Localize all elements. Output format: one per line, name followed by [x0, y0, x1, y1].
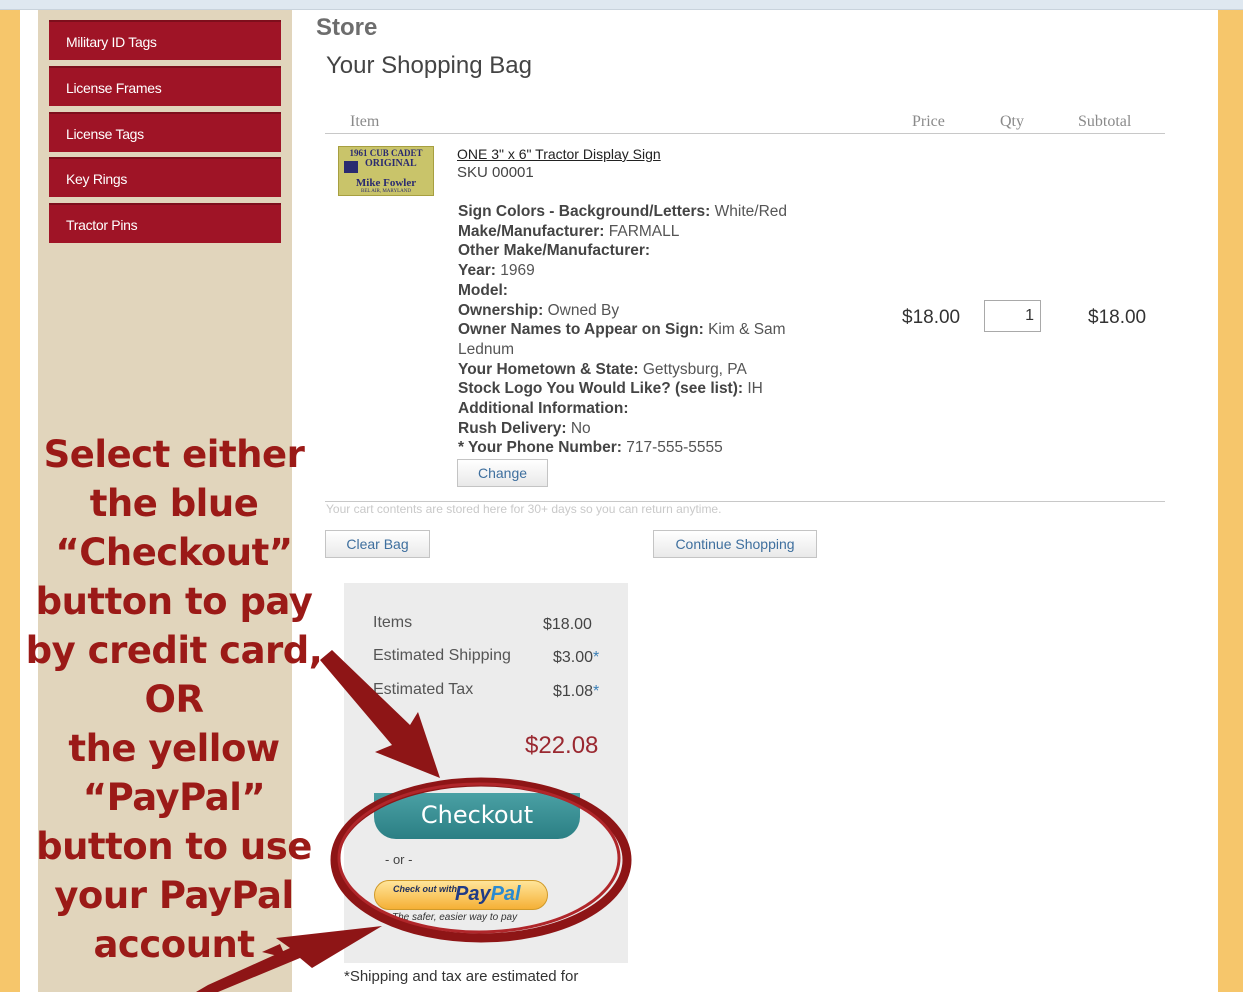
item-subtotal: $18.00	[1088, 307, 1147, 328]
option-value: Gettysburg, PA	[642, 360, 747, 378]
callout-line: “PayPal”	[82, 776, 266, 819]
thumbnail-text: BEL AIR, MARYLAND	[361, 189, 411, 194]
tractor-icon	[344, 161, 358, 173]
paypal-tagline: The safer, easier way to pay	[392, 912, 518, 923]
option-label: Stock Logo You Would Like? (see list):	[458, 380, 744, 398]
column-header-qty: Qty	[1000, 113, 1024, 130]
option-label: Owner Names to Appear on Sign:	[458, 321, 704, 339]
option-row: Model:	[458, 281, 838, 301]
tax-amount: $1.08	[553, 683, 594, 700]
tax-value: $1.08*	[553, 683, 599, 701]
option-label: Model:	[458, 281, 508, 299]
option-value: No	[570, 419, 591, 437]
page-left-edge	[0, 10, 20, 992]
callout-line: the blue	[89, 482, 259, 525]
option-value: IH	[747, 380, 763, 398]
callout-line: OR	[144, 678, 204, 721]
or-separator: - or -	[385, 852, 413, 867]
option-label: Sign Colors - Background/Letters:	[458, 203, 711, 220]
option-row: Make/Manufacturer: FARMALL	[458, 222, 838, 242]
callout-line: your PayPal	[54, 874, 294, 917]
change-button[interactable]: Change	[457, 459, 548, 487]
shipping-value: $3.00*	[553, 649, 599, 667]
tax-label: Estimated Tax	[373, 681, 474, 698]
shipping-label: Estimated Shipping	[373, 647, 511, 664]
column-header-price: Price	[912, 113, 945, 130]
estimate-asterisk: *	[593, 683, 600, 700]
order-total: $22.08	[525, 732, 599, 759]
estimate-asterisk: *	[593, 649, 600, 666]
sidebar-item-license-tags[interactable]: License Tags	[49, 112, 281, 152]
option-row: * Your Phone Number: 717-555-5555	[458, 438, 838, 458]
callout-line: button to use	[36, 825, 312, 868]
callout-line: by credit card,	[25, 629, 323, 672]
column-header-subtotal: Subtotal	[1078, 113, 1132, 130]
callout-line: the yellow	[68, 727, 280, 770]
option-row: Year: 1969	[458, 261, 838, 281]
items-label: Items	[373, 614, 413, 631]
thumbnail-text: 1961 CUB CADET	[349, 148, 423, 158]
option-value: 717-555-5555	[626, 439, 723, 457]
option-row: Stock Logo You Would Like? (see list): I…	[458, 379, 838, 399]
sidebar-item-key-rings[interactable]: Key Rings	[49, 157, 281, 197]
instruction-callout: Select either the blue “Checkout” button…	[20, 430, 328, 969]
option-row: Ownership: Owned By	[458, 301, 838, 321]
callout-line: button to pay	[35, 580, 313, 623]
checkout-button[interactable]: Checkout	[374, 793, 580, 839]
product-thumbnail[interactable]: 1961 CUB CADET ORIGINAL Mike Fowler BEL …	[338, 146, 434, 196]
option-label: Make/Manufacturer:	[458, 222, 605, 240]
option-label: * Your Phone Number:	[458, 439, 622, 457]
paypal-logo-pal: Pal	[490, 883, 521, 905]
option-label: Other Make/Manufacturer:	[458, 242, 651, 260]
thumbnail-text: ORIGINAL	[365, 158, 417, 169]
shopping-bag-title: Your Shopping Bag	[326, 52, 532, 79]
option-row: Your Hometown & State: Gettysburg, PA	[458, 360, 838, 380]
shipping-amount: $3.00	[553, 649, 594, 666]
option-row: Owner Names to Appear on Sign: Kim & Sam…	[458, 320, 838, 359]
page-title: Store	[316, 14, 378, 41]
option-label: Your Hometown & State:	[458, 360, 639, 378]
option-row: Other Make/Manufacturer:	[458, 241, 838, 261]
option-value: FARMALL	[608, 222, 680, 240]
paypal-checkout-button[interactable]: Check out with PayPal	[374, 880, 548, 910]
paypal-logo: PayPal	[455, 883, 521, 906]
paypal-logo-pay: Pay	[455, 883, 491, 905]
option-row: Sign Colors - Background/Letters: White/…	[458, 202, 838, 222]
paypal-checkout-text: Check out with	[393, 884, 458, 894]
cart-storage-note: Your cart contents are stored here for 3…	[326, 502, 722, 516]
option-label: Rush Delivery:	[458, 419, 567, 437]
column-header-item: Item	[350, 113, 380, 130]
option-label: Ownership:	[458, 301, 544, 319]
sidebar-item-tractor-pins[interactable]: Tractor Pins	[49, 203, 281, 243]
option-label: Year:	[458, 262, 496, 280]
option-row: Additional Information:	[458, 399, 838, 419]
callout-line: Select either	[43, 433, 305, 476]
option-value: 1969	[500, 262, 535, 280]
continue-shopping-button[interactable]: Continue Shopping	[653, 530, 817, 558]
sidebar-item-license-frames[interactable]: License Frames	[49, 66, 281, 106]
item-price: $18.00	[902, 307, 961, 328]
quantity-input[interactable]	[984, 300, 1041, 332]
option-label: Additional Information:	[458, 400, 629, 418]
clear-bag-button[interactable]: Clear Bag	[325, 530, 430, 558]
header-divider	[325, 133, 1165, 134]
page-right-edge	[1218, 10, 1243, 992]
option-row: Rush Delivery: No	[458, 419, 838, 439]
estimate-footnote: *Shipping and tax are estimated for	[344, 968, 579, 985]
product-options: Sign Colors - Background/Letters: White/…	[458, 202, 838, 458]
sidebar-item-military-id-tags[interactable]: Military ID Tags	[49, 20, 281, 60]
option-value: White/Red	[714, 203, 788, 220]
option-value: Owned By	[547, 301, 620, 319]
thumbnail-text: Mike Fowler	[355, 177, 417, 189]
browser-top-strip	[0, 0, 1243, 10]
product-name-link[interactable]: ONE 3" x 6" Tractor Display Sign	[457, 146, 661, 162]
items-value: $18.00	[543, 616, 592, 633]
product-sku: SKU 00001	[457, 164, 534, 181]
callout-line: account	[93, 923, 255, 966]
callout-line: “Checkout”	[55, 531, 293, 574]
